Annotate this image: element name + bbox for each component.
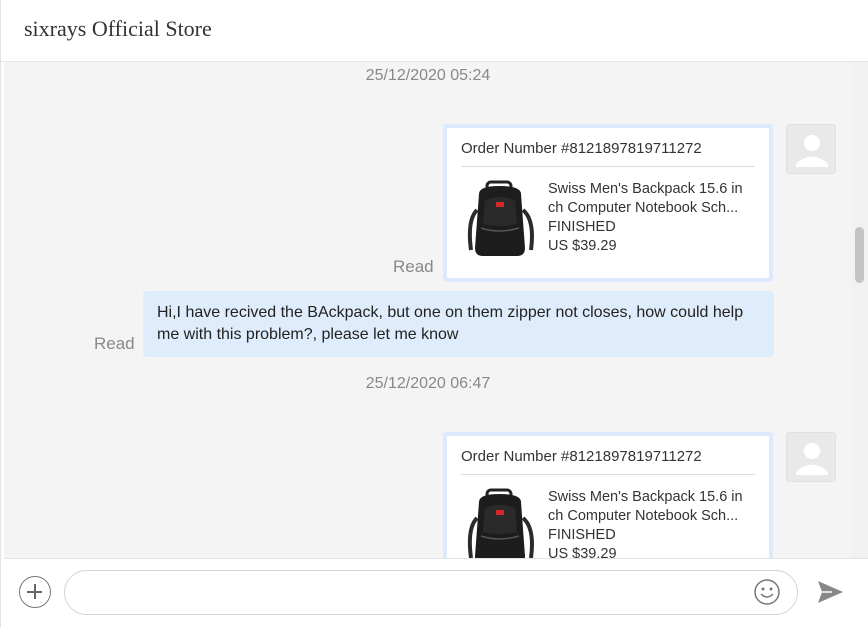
- order-card[interactable]: Order Number #8121897819711272 Swiss Men…: [443, 432, 773, 558]
- order-number: Order Number #8121897819711272: [461, 448, 702, 465]
- order-status: FINISHED: [548, 219, 616, 235]
- product-name: Swiss Men's Backpack 15.6 in ch Computer…: [548, 489, 743, 524]
- message-input[interactable]: [83, 581, 743, 605]
- backpack-product-image: [467, 488, 534, 558]
- message-list[interactable]: 25/12/2020 05:24 Order Number #812189781…: [4, 62, 852, 558]
- user-avatar: [786, 124, 836, 174]
- read-receipt: Read: [94, 334, 135, 353]
- chat-header: sixrays Official Store: [1, 0, 868, 62]
- chat-message-bubble: Hi,I have recived the BAckpack, but one …: [143, 291, 774, 357]
- order-status: FINISHED: [548, 527, 616, 543]
- read-receipt: Read: [393, 257, 434, 276]
- card-divider: [461, 474, 755, 475]
- card-divider: [461, 166, 755, 167]
- order-number: Order Number #8121897819711272: [461, 140, 702, 157]
- user-silhouette-icon: [796, 135, 828, 167]
- store-name-title: sixrays Official Store: [24, 16, 212, 41]
- smiley-icon[interactable]: [753, 578, 781, 606]
- chat-window: sixrays Official Store 25/12/2020 05:24 …: [0, 0, 868, 627]
- order-price: US $39.29: [548, 546, 617, 558]
- message-scrollbar[interactable]: [852, 62, 868, 558]
- scrollbar-thumb[interactable]: [855, 227, 864, 283]
- timestamp: 25/12/2020 06:47: [365, 375, 491, 392]
- product-name: Swiss Men's Backpack 15.6 in ch Computer…: [548, 181, 743, 216]
- add-attachment-icon[interactable]: [19, 576, 51, 608]
- send-arrow-icon[interactable]: [816, 579, 844, 605]
- order-card[interactable]: Order Number #8121897819711272 Swiss Men…: [443, 124, 773, 282]
- order-price: US $39.29: [548, 238, 617, 254]
- message-composer: [4, 558, 868, 627]
- backpack-product-image: [467, 180, 534, 256]
- timestamp: 25/12/2020 05:24: [365, 67, 491, 84]
- user-silhouette-icon: [796, 443, 828, 475]
- message-input-container[interactable]: [64, 570, 798, 615]
- user-avatar: [786, 432, 836, 482]
